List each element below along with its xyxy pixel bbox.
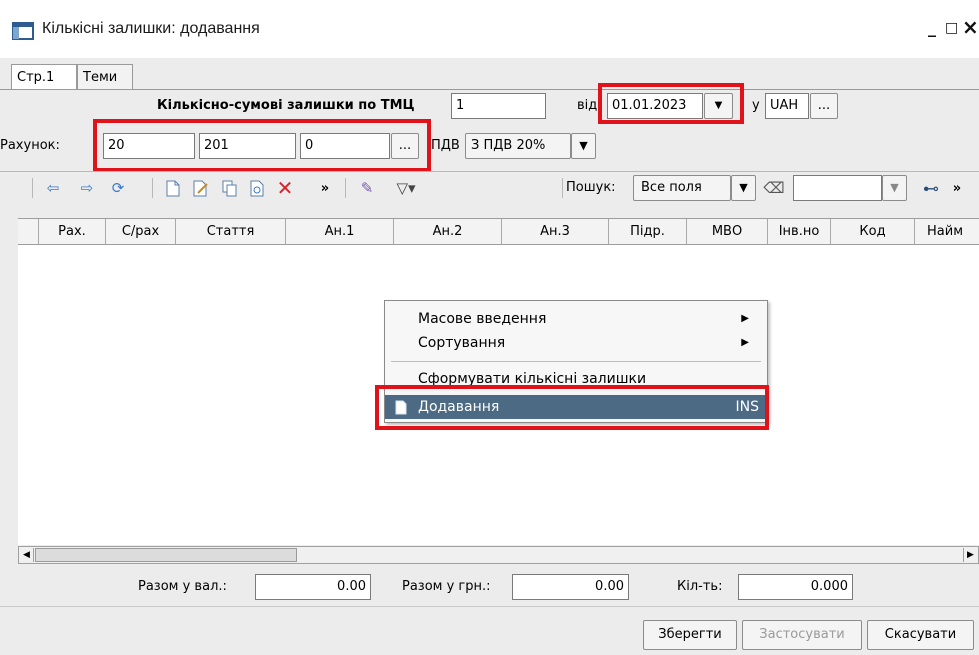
search-history-dropdown[interactable]: ▼ bbox=[882, 175, 907, 201]
currency-browse-button[interactable]: ... bbox=[810, 93, 838, 119]
submenu-arrow-icon: ▶ bbox=[741, 337, 749, 348]
scroll-thumb[interactable] bbox=[35, 548, 297, 562]
column-header[interactable]: Рах. bbox=[39, 219, 106, 245]
column-header[interactable]: Інв.но bbox=[768, 219, 831, 245]
apply-button[interactable]: Застосувати bbox=[742, 620, 862, 650]
menu-item-bulk-entry[interactable]: Масове введення ▶ bbox=[385, 307, 767, 331]
column-header[interactable]: Стаття bbox=[176, 219, 286, 245]
maximize-button[interactable]: □ bbox=[945, 20, 958, 36]
row-selector-header bbox=[18, 219, 39, 245]
column-header[interactable]: Ан.1 bbox=[286, 219, 394, 245]
total-qty-value: 0.000 bbox=[738, 574, 853, 600]
tmc-balances-label: Кількісно-сумові залишки по ТМЦ bbox=[157, 98, 415, 113]
chevron-down-icon: ▼ bbox=[714, 100, 723, 111]
tab-themes[interactable]: Теми bbox=[77, 64, 133, 90]
edit-icon[interactable] bbox=[192, 178, 210, 198]
delete-icon[interactable]: ✕ bbox=[275, 176, 295, 200]
vat-label: ПДВ bbox=[431, 138, 460, 153]
chevron-down-icon: ▼ bbox=[739, 181, 748, 194]
close-button[interactable]: × bbox=[962, 15, 979, 39]
search-input[interactable] bbox=[793, 175, 882, 201]
currency-input[interactable]: UAH bbox=[765, 93, 809, 119]
search-label: Пошук: bbox=[566, 180, 616, 195]
menu-item-sorting[interactable]: Сортування ▶ bbox=[385, 331, 767, 355]
forward-arrow-icon[interactable]: ⇨ bbox=[78, 178, 96, 198]
search-scope-select[interactable]: Все поля bbox=[633, 175, 731, 201]
scroll-right-icon[interactable]: ▶ bbox=[963, 548, 977, 562]
grid-header: Рах. С/рах Стаття Ан.1 Ан.2 Ан.3 Підр. М… bbox=[18, 218, 979, 245]
account-label: Рахунок: bbox=[0, 138, 60, 153]
column-header[interactable]: Код bbox=[831, 219, 915, 245]
toolbar-separator bbox=[32, 178, 33, 198]
account-input[interactable]: 20 bbox=[103, 133, 195, 159]
chevron-down-icon: ▼ bbox=[890, 181, 899, 194]
menu-item-add[interactable]: Додавання INS bbox=[385, 395, 767, 419]
date-dropdown-button[interactable]: ▼ bbox=[704, 93, 733, 119]
menu-item-label: Сортування bbox=[418, 335, 506, 351]
search-overflow-button[interactable]: » bbox=[950, 178, 964, 198]
copy-icon[interactable] bbox=[221, 178, 239, 198]
menu-item-generate-balances[interactable]: Сформувати кількісні залишки bbox=[385, 367, 767, 391]
tmc-number-input[interactable]: 1 bbox=[451, 93, 546, 119]
search-scope-dropdown[interactable]: ▼ bbox=[731, 175, 756, 201]
menu-separator bbox=[391, 361, 761, 362]
currency-label: у bbox=[752, 98, 760, 113]
column-header[interactable]: Ан.3 bbox=[502, 219, 609, 245]
cancel-button[interactable]: Скасувати bbox=[867, 620, 974, 650]
menu-item-label: Сформувати кількісні залишки bbox=[418, 371, 647, 387]
horizontal-scrollbar[interactable]: ◀ ▶ bbox=[18, 546, 979, 564]
view-icon[interactable] bbox=[249, 178, 267, 198]
vat-select[interactable]: З ПДВ 20% bbox=[465, 133, 571, 159]
refresh-icon[interactable]: ⟳ bbox=[109, 178, 127, 198]
footer-divider bbox=[0, 606, 979, 607]
menu-item-label: Масове введення bbox=[418, 311, 547, 327]
back-arrow-icon[interactable]: ⇦ bbox=[44, 178, 62, 198]
toolbar-separator bbox=[345, 178, 346, 198]
minimize-button[interactable]: _ bbox=[928, 18, 936, 37]
toolbar-overflow-button[interactable]: » bbox=[318, 178, 332, 198]
new-document-icon[interactable] bbox=[164, 178, 182, 198]
menu-item-shortcut: INS bbox=[735, 399, 760, 415]
menu-item-label: Додавання bbox=[418, 399, 500, 415]
column-header[interactable]: Ан.2 bbox=[394, 219, 502, 245]
total-currency-value: 0.00 bbox=[255, 574, 371, 600]
window-title: Кількісні залишки: додавання bbox=[42, 20, 260, 37]
filter-icon[interactable]: ▽▾ bbox=[391, 178, 421, 198]
scroll-left-icon[interactable]: ◀ bbox=[20, 548, 34, 562]
total-uah-label: Разом у грн.: bbox=[402, 579, 491, 594]
column-header[interactable]: Підр. bbox=[609, 219, 687, 245]
column-header[interactable]: Найм bbox=[915, 219, 979, 245]
date-input[interactable]: 01.01.2023 bbox=[607, 93, 703, 119]
submenu-arrow-icon: ▶ bbox=[741, 313, 749, 324]
wand-icon[interactable]: ✎ bbox=[356, 178, 378, 198]
window-icon bbox=[12, 22, 34, 40]
toolbar-top-border bbox=[0, 171, 979, 172]
account-browse-button[interactable]: ... bbox=[391, 133, 419, 159]
context-menu: Масове введення ▶ Сортування ▶ Сформуват… bbox=[384, 300, 768, 423]
eraser-icon[interactable]: ⌫ bbox=[763, 178, 784, 198]
tab-page1[interactable]: Стр.1 bbox=[11, 64, 77, 90]
total-uah-value: 0.00 bbox=[512, 574, 629, 600]
chevron-down-icon: ▼ bbox=[579, 139, 588, 152]
total-qty-label: Кіл-ть: bbox=[677, 579, 723, 594]
subaccount-input[interactable]: 201 bbox=[199, 133, 296, 159]
date-from-label: від bbox=[577, 98, 598, 113]
column-header[interactable]: С/рах bbox=[106, 219, 176, 245]
tab-divider bbox=[0, 89, 979, 90]
vat-dropdown-button[interactable]: ▼ bbox=[571, 133, 596, 159]
column-header[interactable]: МВО bbox=[687, 219, 768, 245]
toolbar-separator bbox=[562, 178, 563, 198]
analytics-input[interactable]: 0 bbox=[300, 133, 390, 159]
total-currency-label: Разом у вал.: bbox=[138, 579, 227, 594]
save-button[interactable]: Зберегти bbox=[643, 620, 737, 650]
new-document-icon bbox=[395, 399, 407, 423]
binoculars-icon[interactable]: ⊷ bbox=[921, 178, 941, 198]
toolbar-separator bbox=[152, 178, 153, 198]
